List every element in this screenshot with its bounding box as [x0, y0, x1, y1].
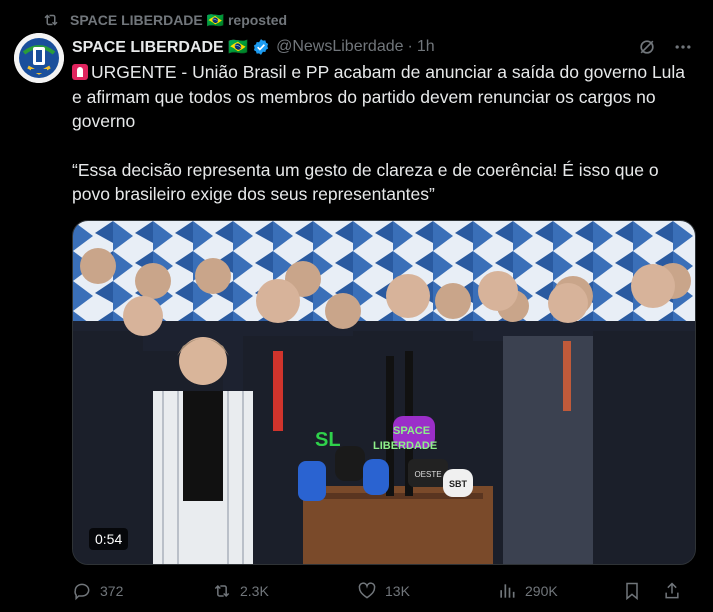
reply-icon	[74, 583, 90, 601]
tweet-time[interactable]: 1h	[417, 38, 435, 56]
tweet-paragraph-2: “Essa decisão representa um gesto de cla…	[72, 159, 659, 205]
reply-count: 372	[100, 583, 124, 599]
author-name[interactable]: SPACE LIBERDADE 🇧🇷	[72, 37, 248, 57]
reply-button[interactable]: 372	[72, 581, 212, 601]
watermark-initials: SL	[315, 429, 341, 451]
repost-icon	[214, 584, 230, 598]
tweet-paragraph-1: URGENTE - União Brasil e PP acabam de an…	[72, 62, 686, 131]
mic-label-oeste: OESTE	[414, 470, 441, 479]
repost-icon	[44, 14, 58, 26]
views-icon	[500, 584, 515, 598]
share-icon	[665, 582, 679, 599]
author-handle[interactable]: @NewsLiberdade	[276, 38, 403, 56]
verified-badge-icon	[253, 39, 269, 55]
tweet-header: SPACE LIBERDADE 🇧🇷 @NewsLiberdade · 1h	[72, 36, 693, 58]
repost-label: SPACE LIBERDADE 🇧🇷 reposted	[70, 11, 288, 28]
like-button[interactable]: 13K	[357, 581, 497, 601]
repost-count: 2.3K	[240, 583, 269, 599]
video-duration: 0:54	[89, 528, 129, 550]
more-icon[interactable]	[673, 37, 693, 57]
avatar[interactable]	[14, 33, 64, 83]
mic-label-sbt: SBT	[449, 479, 468, 489]
tweet-text: URGENTE - União Brasil e PP acabam de an…	[72, 60, 692, 207]
views-button[interactable]: 290K	[497, 581, 622, 601]
repost-button[interactable]: 2.3K	[212, 581, 357, 601]
bookmark-icon	[626, 582, 638, 601]
grok-icon[interactable]	[637, 37, 657, 57]
tweet-actions: 372 2.3K 13K 290K	[72, 576, 694, 606]
repost-indicator[interactable]: SPACE LIBERDADE 🇧🇷 reposted	[42, 9, 287, 31]
like-count: 13K	[385, 583, 410, 599]
video-player[interactable]: OESTE SBT SL SPACE LIBERDADE 0:54	[72, 220, 696, 565]
watermark-line-2: LIBERDADE	[373, 440, 437, 452]
separator-dot: ·	[407, 38, 413, 55]
share-button[interactable]	[662, 581, 682, 601]
watermark-line-1: SPACE	[393, 425, 430, 437]
heart-icon	[358, 582, 376, 599]
view-count: 290K	[525, 583, 558, 599]
bookmark-button[interactable]	[622, 581, 642, 601]
video-frame: OESTE SBT SL SPACE LIBERDADE	[73, 221, 695, 564]
siren-icon	[72, 64, 88, 80]
